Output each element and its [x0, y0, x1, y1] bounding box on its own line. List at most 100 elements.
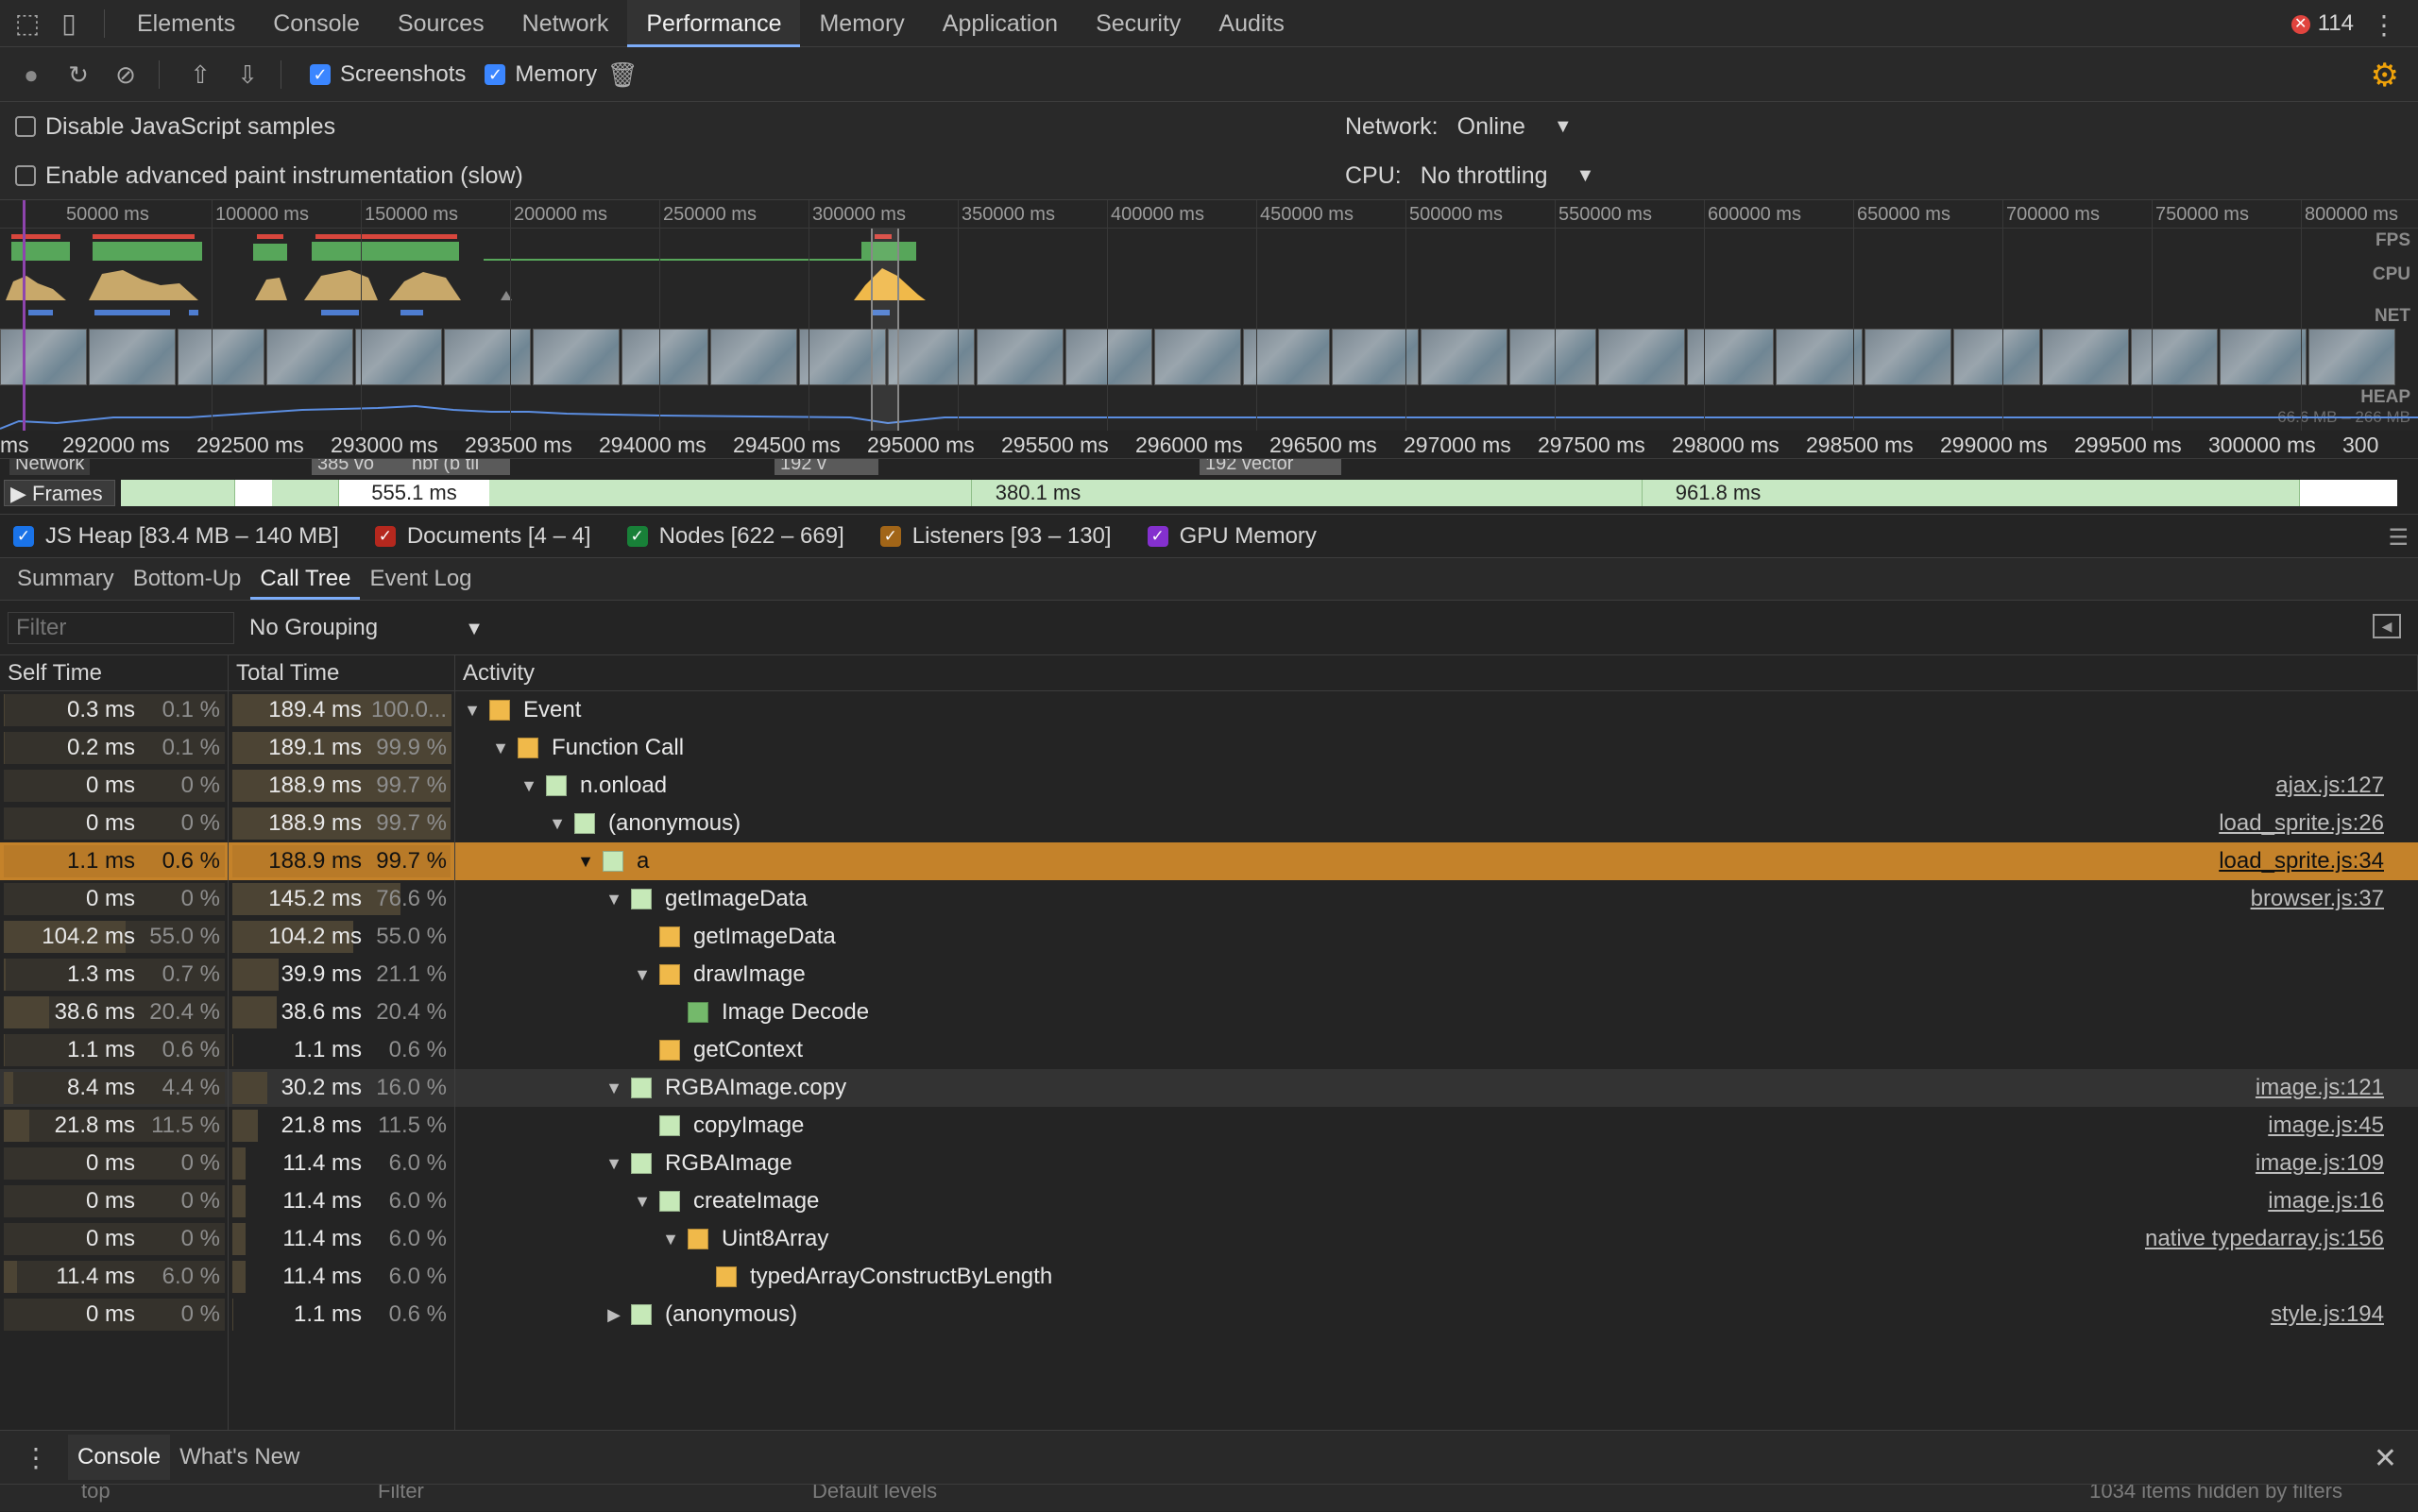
cpu-throttle-select[interactable]: CPU: No throttling ▼	[1345, 151, 1594, 200]
tab-memory[interactable]: Memory	[800, 0, 923, 47]
tab-console[interactable]: Console	[254, 0, 379, 47]
clear-icon[interactable]: ⊘	[110, 59, 142, 91]
network-request-bar[interactable]: 192 vector	[1200, 459, 1341, 475]
screenshots-checkbox[interactable]: ✓	[310, 64, 331, 85]
screenshot-thumbnail[interactable]	[1687, 329, 1774, 385]
expanded-triangle-icon[interactable]: ▼	[633, 1192, 652, 1212]
frame-segment[interactable]: 555.1 ms	[338, 480, 489, 506]
overview-selection-window[interactable]	[871, 229, 899, 431]
legend-item[interactable]: ✓Nodes [622 – 669]	[614, 523, 844, 550]
frame-segment[interactable]: 961.8 ms	[1642, 480, 1643, 506]
close-icon[interactable]: ✕	[2374, 1442, 2397, 1475]
tab-sources[interactable]: Sources	[379, 0, 503, 47]
drawer-menu-icon[interactable]: ⋮	[23, 1442, 49, 1473]
subtab-bottom-up[interactable]: Bottom-Up	[124, 558, 251, 600]
screenshot-thumbnail[interactable]	[444, 329, 531, 385]
screenshot-thumbnail[interactable]	[888, 329, 975, 385]
record-button[interactable]: ●	[15, 59, 47, 91]
total-time-header[interactable]: Total Time	[229, 655, 455, 691]
tab-network[interactable]: Network	[503, 0, 628, 47]
screenshot-thumbnail[interactable]	[355, 329, 442, 385]
table-row[interactable]: 1.1 ms0.6 %188.9 ms99.7 %▼aload_sprite.j…	[0, 842, 2418, 880]
tab-audits[interactable]: Audits	[1200, 0, 1303, 47]
screenshot-thumbnail[interactable]	[1154, 329, 1241, 385]
table-row[interactable]: 1.3 ms0.7 %39.9 ms21.1 %▼drawImage	[0, 956, 2418, 994]
save-profile-icon[interactable]: ⇩	[231, 59, 264, 91]
expanded-triangle-icon[interactable]: ▼	[604, 890, 623, 909]
network-track-label[interactable]: Network	[9, 459, 90, 475]
screenshot-thumbnail[interactable]	[178, 329, 264, 385]
table-row[interactable]: 21.8 ms11.5 %21.8 ms11.5 %copyImageimage…	[0, 1107, 2418, 1145]
screenshot-thumbnail[interactable]	[533, 329, 620, 385]
drawer-tab-console[interactable]: Console	[68, 1435, 170, 1480]
table-row[interactable]: 11.4 ms6.0 %11.4 ms6.0 %typedArrayConstr…	[0, 1258, 2418, 1296]
network-throttle-select[interactable]: Network: Online ▼	[1345, 102, 1573, 151]
tab-application[interactable]: Application	[924, 0, 1077, 47]
subtab-event-log[interactable]: Event Log	[360, 558, 481, 600]
screenshot-thumbnail[interactable]	[1598, 329, 1685, 385]
network-request-bar[interactable]: 192 v	[775, 459, 878, 475]
legend-checkbox[interactable]: ✓	[627, 526, 648, 547]
expanded-triangle-icon[interactable]: ▼	[463, 701, 482, 721]
frame-segment[interactable]	[2299, 480, 2397, 506]
legend-item[interactable]: ✓Listeners [93 – 130]	[867, 523, 1112, 550]
expanded-triangle-icon[interactable]: ▼	[519, 776, 538, 796]
table-row[interactable]: 0 ms0 %11.4 ms6.0 %▼createImageimage.js:…	[0, 1182, 2418, 1220]
network-request-bar[interactable]: 385 vo	[312, 459, 416, 475]
self-time-header[interactable]: Self Time	[0, 655, 229, 691]
memory-checkbox[interactable]: ✓	[485, 64, 505, 85]
console-filter[interactable]: Filter	[378, 1484, 424, 1504]
disable-js-samples-checkbox[interactable]	[15, 116, 36, 137]
filter-input[interactable]	[8, 612, 234, 644]
source-link[interactable]: native typedarray.js:156	[2145, 1226, 2384, 1252]
expanded-triangle-icon[interactable]: ▼	[604, 1154, 623, 1174]
screenshot-thumbnail[interactable]	[1509, 329, 1596, 385]
subtab-summary[interactable]: Summary	[8, 558, 124, 600]
expanded-triangle-icon[interactable]: ▼	[604, 1079, 623, 1098]
screenshot-thumbnail[interactable]	[710, 329, 797, 385]
drawer-tab-whats-new[interactable]: What's New	[170, 1435, 309, 1480]
grouping-select[interactable]: No Grouping▼	[249, 612, 484, 644]
screenshot-thumbnail[interactable]	[1421, 329, 1507, 385]
source-link[interactable]: load_sprite.js:26	[2219, 810, 2384, 837]
capture-settings-gear-icon[interactable]: ⚙	[2371, 57, 2399, 94]
expanded-triangle-icon[interactable]: ▼	[661, 1230, 680, 1249]
expanded-triangle-icon[interactable]: ▼	[548, 814, 567, 834]
collapsed-triangle-icon[interactable]: ▶	[604, 1305, 623, 1325]
screenshot-thumbnail[interactable]	[89, 329, 176, 385]
error-count-badge[interactable]: ✕114	[2291, 0, 2354, 47]
table-row[interactable]: 8.4 ms4.4 %30.2 ms16.0 %▼RGBAImage.copyi…	[0, 1069, 2418, 1107]
legend-item[interactable]: ✓JS Heap [83.4 MB – 140 MB]	[0, 523, 339, 550]
expanded-triangle-icon[interactable]: ▼	[576, 852, 595, 872]
table-row[interactable]: 0 ms0 %11.4 ms6.0 %▼Uint8Arraynative typ…	[0, 1220, 2418, 1258]
screenshot-thumbnail[interactable]	[266, 329, 353, 385]
legend-item[interactable]: ✓GPU Memory	[1134, 523, 1317, 550]
table-row[interactable]: 0 ms0 %188.9 ms99.7 %▼(anonymous)load_sp…	[0, 805, 2418, 842]
subtab-call-tree[interactable]: Call Tree	[250, 558, 360, 600]
levels-select[interactable]: Default levels	[812, 1484, 937, 1504]
inspect-element-icon[interactable]: ⬚	[13, 9, 42, 38]
expanded-triangle-icon[interactable]: ▼	[633, 965, 652, 985]
activity-header[interactable]: Activity	[455, 655, 2418, 691]
screenshot-thumbnail[interactable]	[2220, 329, 2307, 385]
table-row[interactable]: 1.1 ms0.6 %1.1 ms0.6 %getContext	[0, 1031, 2418, 1069]
screenshot-thumbnail[interactable]	[977, 329, 1064, 385]
legend-checkbox[interactable]: ✓	[13, 526, 34, 547]
context-select[interactable]: top	[81, 1484, 111, 1504]
tab-security[interactable]: Security	[1077, 0, 1200, 47]
load-profile-icon[interactable]: ⇧	[184, 59, 216, 91]
menu-icon[interactable]: ☰	[2388, 524, 2409, 552]
reload-record-button[interactable]: ↻	[62, 59, 94, 91]
table-row[interactable]: 0 ms0 %11.4 ms6.0 %▼RGBAImageimage.js:10…	[0, 1145, 2418, 1182]
source-link[interactable]: image.js:45	[2268, 1113, 2384, 1139]
table-row[interactable]: 0 ms0 %1.1 ms0.6 %▶(anonymous)style.js:1…	[0, 1296, 2418, 1334]
tab-elements[interactable]: Elements	[118, 0, 254, 47]
toggle-sidebar-icon[interactable]: ◀	[2373, 614, 2401, 638]
trash-icon[interactable]: 🗑	[606, 59, 639, 91]
network-track[interactable]: Network385 vonbf (b til192 v192 vector	[0, 459, 2418, 476]
table-row[interactable]: 104.2 ms55.0 %104.2 ms55.0 %getImageData	[0, 918, 2418, 956]
source-link[interactable]: browser.js:37	[2251, 886, 2384, 912]
screenshot-thumbnail[interactable]	[2131, 329, 2218, 385]
source-link[interactable]: ajax.js:127	[2275, 773, 2384, 799]
screenshot-thumbnail[interactable]	[1776, 329, 1863, 385]
